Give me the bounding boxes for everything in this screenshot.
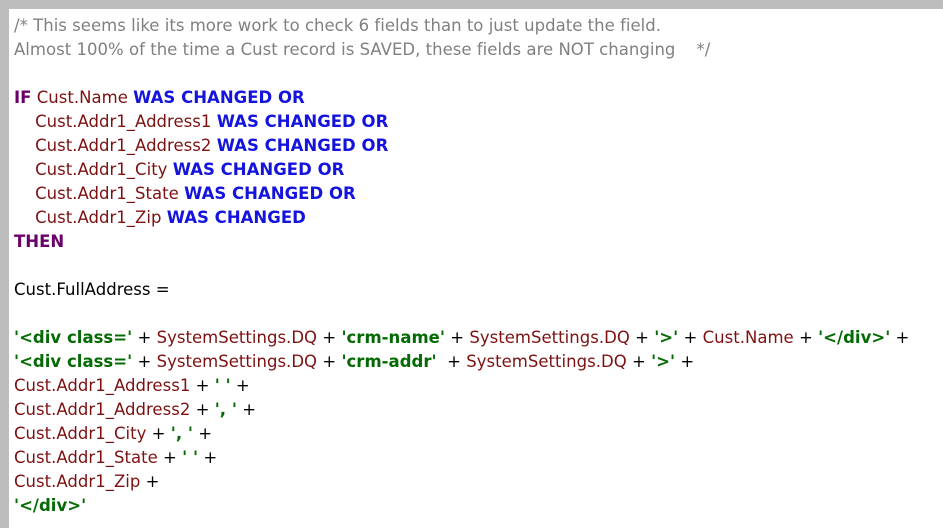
- code-token-string: '<div class=': [14, 352, 133, 371]
- code-token-plain: +: [317, 352, 342, 371]
- code-line: Cust.Addr1_State + ' ' +: [14, 446, 943, 470]
- code-token-ident: Cust.Addr1_Address2: [14, 400, 191, 419]
- code-line: Cust.Addr1_Address1 WAS CHANGED OR: [14, 110, 943, 134]
- code-line: Cust.Addr1_City WAS CHANGED OR: [14, 158, 943, 182]
- code-token-plain: +: [436, 352, 467, 371]
- code-token-string: '>': [654, 328, 679, 347]
- code-token-op-kw: WAS CHANGED OR: [216, 136, 389, 155]
- code-token-ident: Cust.Name: [36, 88, 128, 107]
- code-token-plain: +: [132, 328, 157, 347]
- code-token-ident: Cust.Addr1_State: [35, 184, 179, 203]
- code-token-string: '>': [651, 352, 676, 371]
- editor-left-gutter: [0, 0, 9, 528]
- code-line: '<div class=' + SystemSettings.DQ + 'crm…: [14, 350, 943, 374]
- code-token-plain: +: [198, 448, 218, 467]
- code-token-string: '</div>': [14, 496, 87, 515]
- code-token-string: ' ': [214, 376, 231, 395]
- code-token-op-kw: WAS CHANGED OR: [133, 88, 305, 107]
- code-token-string: 'crm-addr': [341, 352, 437, 371]
- code-token-op-kw: WAS CHANGED OR: [184, 184, 356, 203]
- code-viewer: /* This seems like its more work to chec…: [0, 0, 943, 528]
- code-token-ident: SystemSettings.DQ: [466, 352, 627, 371]
- code-token-keyword: THEN: [14, 232, 65, 251]
- code-line: '<div class=' + SystemSettings.DQ + 'crm…: [14, 326, 943, 350]
- code-token-string: 'crm-name': [341, 328, 445, 347]
- code-line: Cust.Addr1_Address2 WAS CHANGED OR: [14, 134, 943, 158]
- code-token-plain: +: [675, 352, 695, 371]
- code-line: Cust.Addr1_Zip +: [14, 470, 943, 494]
- code-token-keyword: IF: [14, 88, 32, 107]
- code-token-ident: SystemSettings.DQ: [156, 328, 318, 347]
- code-line: Cust.Addr1_Address2 + ', ' +: [14, 398, 943, 422]
- code-token-ident: SystemSettings.DQ: [469, 328, 630, 347]
- code-token-ident: Cust.Addr1_State: [14, 448, 158, 467]
- code-token-plain: +: [236, 400, 257, 419]
- code-token-plain: +: [157, 448, 183, 467]
- code-token-string: '<div class=': [14, 328, 133, 347]
- window-chrome-top-band: [0, 0, 943, 9]
- code-token-plain: +: [132, 352, 157, 371]
- code-token-ident: Cust.Addr1_City: [14, 424, 147, 443]
- code-token-plain: +: [146, 424, 171, 443]
- code-token-string: ', ': [214, 400, 237, 419]
- code-token-plain: +: [678, 328, 703, 347]
- code-line: Cust.Addr1_Zip WAS CHANGED: [14, 206, 943, 230]
- code-line: THEN: [14, 230, 943, 254]
- code-token-ident: Cust.Addr1_Address1: [35, 112, 212, 131]
- code-line-list: /* This seems like its more work to chec…: [14, 14, 943, 518]
- code-token-comment: Almost 100% of the time a Cust record is…: [14, 40, 711, 59]
- code-token-plain: +: [890, 328, 910, 347]
- code-token-ident: Cust.Addr1_Address1: [14, 376, 191, 395]
- code-token-plain: +: [192, 424, 213, 443]
- code-token-plain: +: [190, 400, 215, 419]
- code-line: IF Cust.Name WAS CHANGED OR: [14, 86, 943, 110]
- code-token-plain: +: [190, 376, 215, 395]
- code-line: '</div>': [14, 494, 943, 518]
- code-token-op-kw: WAS CHANGED OR: [172, 160, 345, 179]
- code-line: Cust.Addr1_City + ', ' +: [14, 422, 943, 446]
- code-token-plain: +: [629, 328, 655, 347]
- code-token-plain: +: [444, 328, 470, 347]
- code-line: Cust.Addr1_State WAS CHANGED OR: [14, 182, 943, 206]
- code-token-op-kw: WAS CHANGED OR: [216, 112, 389, 131]
- code-token-ident: Cust.Addr1_Zip: [14, 472, 141, 491]
- code-token-plain: +: [230, 376, 250, 395]
- code-text-area[interactable]: /* This seems like its more work to chec…: [9, 9, 943, 528]
- code-token-plain: Cust.FullAddress =: [14, 280, 170, 299]
- code-token-string: ' ': [182, 448, 199, 467]
- code-token-ident: Cust.Addr1_Zip: [35, 208, 162, 227]
- code-line: Cust.FullAddress =: [14, 278, 943, 302]
- code-token-plain: +: [626, 352, 652, 371]
- code-token-string: ', ': [170, 424, 193, 443]
- code-token-ident: Cust.Addr1_City: [35, 160, 168, 179]
- code-token-string: '</div>': [818, 328, 891, 347]
- code-token-plain: +: [317, 328, 342, 347]
- code-token-ident: Cust.Addr1_Address2: [35, 136, 212, 155]
- code-line: /* This seems like its more work to chec…: [14, 14, 943, 38]
- code-token-plain: +: [140, 472, 160, 491]
- code-token-ident: Cust.Name: [702, 328, 794, 347]
- code-token-comment: /* This seems like its more work to chec…: [14, 16, 662, 35]
- code-line: Cust.Addr1_Address1 + ' ' +: [14, 374, 943, 398]
- code-token-ident: SystemSettings.DQ: [156, 352, 318, 371]
- code-line: Almost 100% of the time a Cust record is…: [14, 38, 943, 62]
- code-token-plain: +: [793, 328, 819, 347]
- code-token-op-kw: WAS CHANGED: [166, 208, 306, 227]
